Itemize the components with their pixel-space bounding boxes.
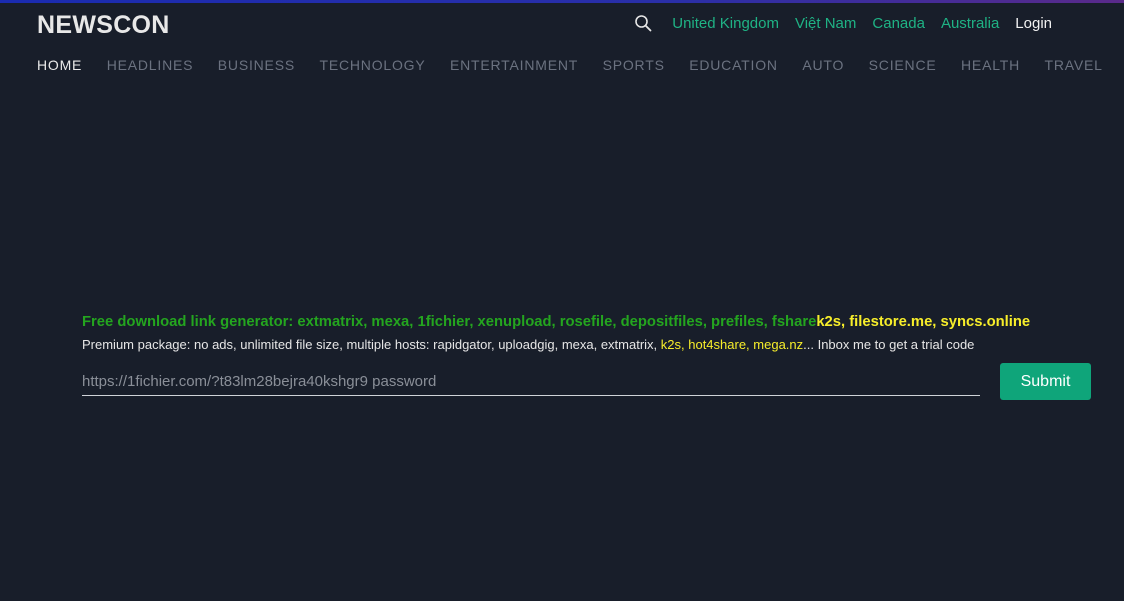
country-link-vietnam[interactable]: Việt Nam [795,15,856,32]
country-link-canada[interactable]: Canada [872,15,925,32]
nav-item-science[interactable]: SCIENCE [869,57,937,73]
promo-sub-highlight: k2s, hot4share, mega.nz [660,337,804,352]
login-link[interactable]: Login [1015,15,1052,32]
nav-item-entertainment[interactable]: ENTERTAINMENT [450,57,578,73]
promo-title-hosts: Free download link generator: extmatrix,… [82,314,817,330]
country-link-australia[interactable]: Australia [941,15,999,32]
nav-item-sports[interactable]: SPORTS [603,57,665,73]
nav-item-auto[interactable]: AUTO [802,57,844,73]
top-accent-bar [0,0,1124,3]
main-nav: HOME HEADLINES BUSINESS TECHNOLOGY ENTER… [37,57,1103,73]
promo-sub-text: Premium package: no ads, unlimited file … [82,337,661,352]
nav-item-health[interactable]: HEALTH [961,57,1020,73]
promo-title-highlight: k2s, filestore.me, syncs.online [816,314,1031,330]
nav-item-headlines[interactable]: HEADLINES [107,57,194,73]
promo-section: Free download link generator: extmatrix,… [82,314,1102,352]
search-icon[interactable] [634,14,652,32]
nav-item-home[interactable]: HOME [37,57,82,73]
nav-item-travel[interactable]: TRAVEL [1045,57,1103,73]
nav-item-education[interactable]: EDUCATION [689,57,778,73]
promo-subtitle: Premium package: no ads, unlimited file … [82,337,1102,352]
nav-item-business[interactable]: BUSINESS [218,57,295,73]
nav-item-technology[interactable]: TECHNOLOGY [319,57,425,73]
link-generator-form: Submit [82,363,1091,400]
country-link-uk[interactable]: United Kingdom [672,15,779,32]
site-logo[interactable]: NEWSCON [37,11,170,40]
promo-sub-tail: ... Inbox me to get a trial code [803,337,975,352]
promo-title: Free download link generator: extmatrix,… [82,314,1102,330]
submit-button[interactable]: Submit [1000,363,1091,400]
link-input[interactable] [82,367,980,396]
header-right: United Kingdom Việt Nam Canada Australia… [634,14,1052,32]
